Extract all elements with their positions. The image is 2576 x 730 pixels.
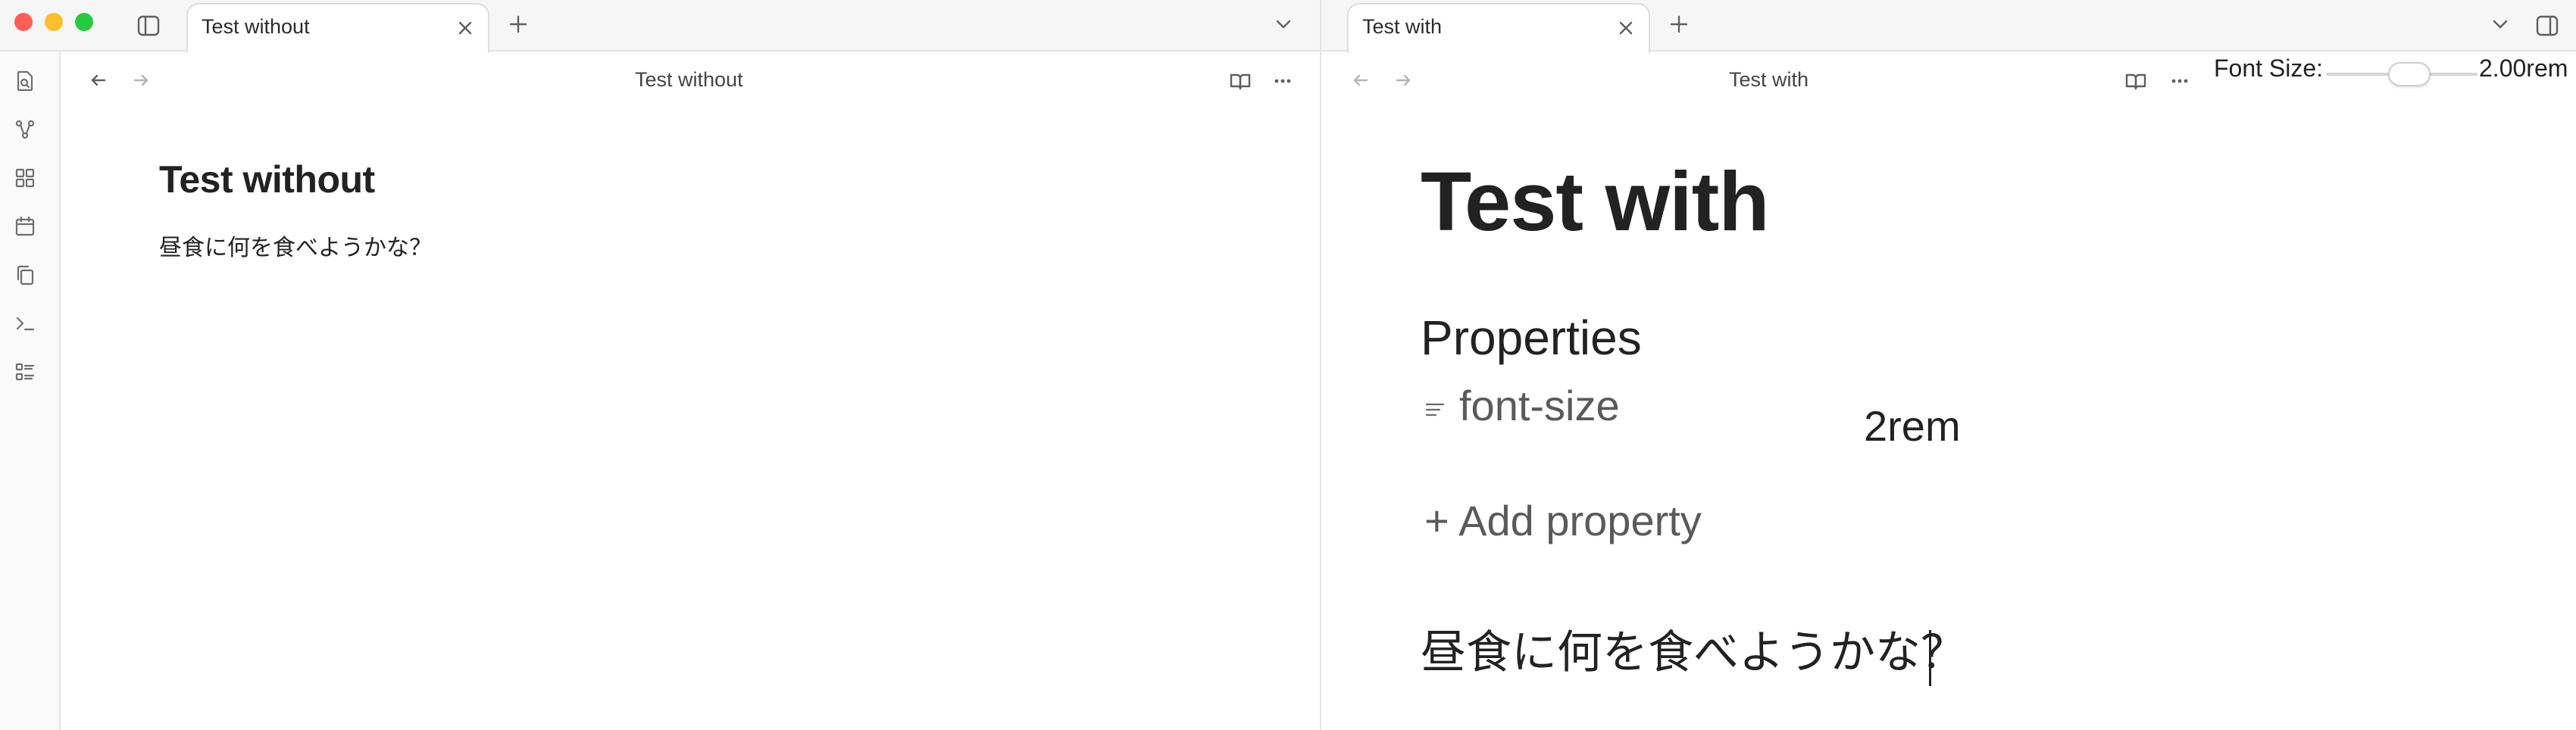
templates-button[interactable] xyxy=(12,262,38,288)
close-icon xyxy=(1619,21,1633,35)
more-options-button[interactable] xyxy=(1268,67,1297,95)
font-size-label: Font Size: xyxy=(2214,55,2324,82)
arrow-right-icon xyxy=(133,74,148,86)
tab-label: Test without xyxy=(202,15,310,38)
tab-close-button[interactable] xyxy=(1614,16,1638,40)
nav-forward-button[interactable] xyxy=(127,67,155,94)
reading-view-button[interactable] xyxy=(2121,67,2150,95)
canvas-button[interactable] xyxy=(12,165,38,191)
reading-view-button[interactable] xyxy=(1226,67,1255,95)
nav-forward-button[interactable] xyxy=(1390,67,1417,94)
arrow-left-icon xyxy=(1353,74,1368,86)
canvas-icon xyxy=(15,168,35,188)
note-title[interactable]: Test with xyxy=(1421,161,1770,244)
more-options-button[interactable] xyxy=(2165,67,2194,95)
property-value[interactable]: 2rem xyxy=(1864,405,1961,448)
font-size-value: 2.00rem xyxy=(2479,55,2568,82)
chevron-down-icon xyxy=(2493,20,2508,29)
properties-heading[interactable]: Properties xyxy=(1421,314,1642,362)
plus-icon xyxy=(1670,15,1688,33)
new-tab-button[interactable] xyxy=(503,9,533,39)
add-property-button[interactable]: + Add property xyxy=(1424,500,1702,542)
font-size-slider-thumb[interactable] xyxy=(2388,62,2431,86)
copy-icon xyxy=(17,265,34,285)
left-ribbon xyxy=(0,51,61,730)
property-key[interactable]: font-size xyxy=(1459,385,1620,427)
pane-divider[interactable] xyxy=(1320,0,1321,730)
note-body[interactable]: 昼食に何を食べようかな？ xyxy=(1421,630,1966,675)
text-property-icon xyxy=(1425,403,1445,416)
book-open-icon xyxy=(1230,73,1251,90)
calendar-icon xyxy=(15,216,35,236)
outline-button[interactable] xyxy=(12,359,38,385)
more-horizontal-icon xyxy=(1274,79,1291,83)
terminal-icon xyxy=(16,317,35,331)
note-body[interactable]: 昼食に何を食べようかな？ xyxy=(159,229,432,262)
more-horizontal-icon xyxy=(2171,79,2188,83)
tab-close-button[interactable] xyxy=(453,16,477,40)
toggle-sidebar-button[interactable] xyxy=(132,9,165,42)
daily-note-button[interactable] xyxy=(12,214,38,239)
tab-list-dropdown[interactable] xyxy=(1268,9,1299,39)
book-open-icon xyxy=(2125,73,2146,90)
right-tab-bar: Test with xyxy=(1321,0,2576,53)
close-icon xyxy=(458,21,472,35)
list-icon xyxy=(15,363,35,381)
right-sidebar-toggle-icon xyxy=(2536,15,2559,36)
tab-test-without[interactable]: Test without xyxy=(186,3,489,53)
arrow-left-icon xyxy=(91,74,106,86)
window-maximize-button[interactable] xyxy=(75,13,93,31)
new-tab-button[interactable] xyxy=(1664,9,1694,39)
text-cursor xyxy=(1929,630,1931,686)
note-title[interactable]: Test without xyxy=(159,158,375,201)
command-palette-button[interactable] xyxy=(12,310,38,336)
tab-test-with[interactable]: Test with xyxy=(1347,3,1650,53)
tab-label: Test with xyxy=(1362,15,1443,38)
view-header-title[interactable]: Test without xyxy=(635,68,743,92)
toggle-right-sidebar-button[interactable] xyxy=(2531,9,2564,42)
plus-icon xyxy=(509,15,527,33)
search-file-icon xyxy=(17,70,33,92)
arrow-right-icon xyxy=(1396,74,1411,86)
window-close-button[interactable] xyxy=(14,13,33,31)
window-minimize-button[interactable] xyxy=(45,13,63,31)
nav-back-button[interactable] xyxy=(85,67,112,94)
view-header-title[interactable]: Test with xyxy=(1729,68,1809,92)
left-tab-bar: Test without xyxy=(0,0,1320,53)
nav-back-button[interactable] xyxy=(1347,67,1374,94)
chevron-down-icon xyxy=(1276,20,1291,29)
tab-list-dropdown[interactable] xyxy=(2485,9,2515,39)
sidebar-toggle-icon xyxy=(137,15,160,36)
graph-icon xyxy=(15,120,35,139)
quick-switcher-button[interactable] xyxy=(12,68,38,94)
graph-view-button[interactable] xyxy=(12,117,38,142)
